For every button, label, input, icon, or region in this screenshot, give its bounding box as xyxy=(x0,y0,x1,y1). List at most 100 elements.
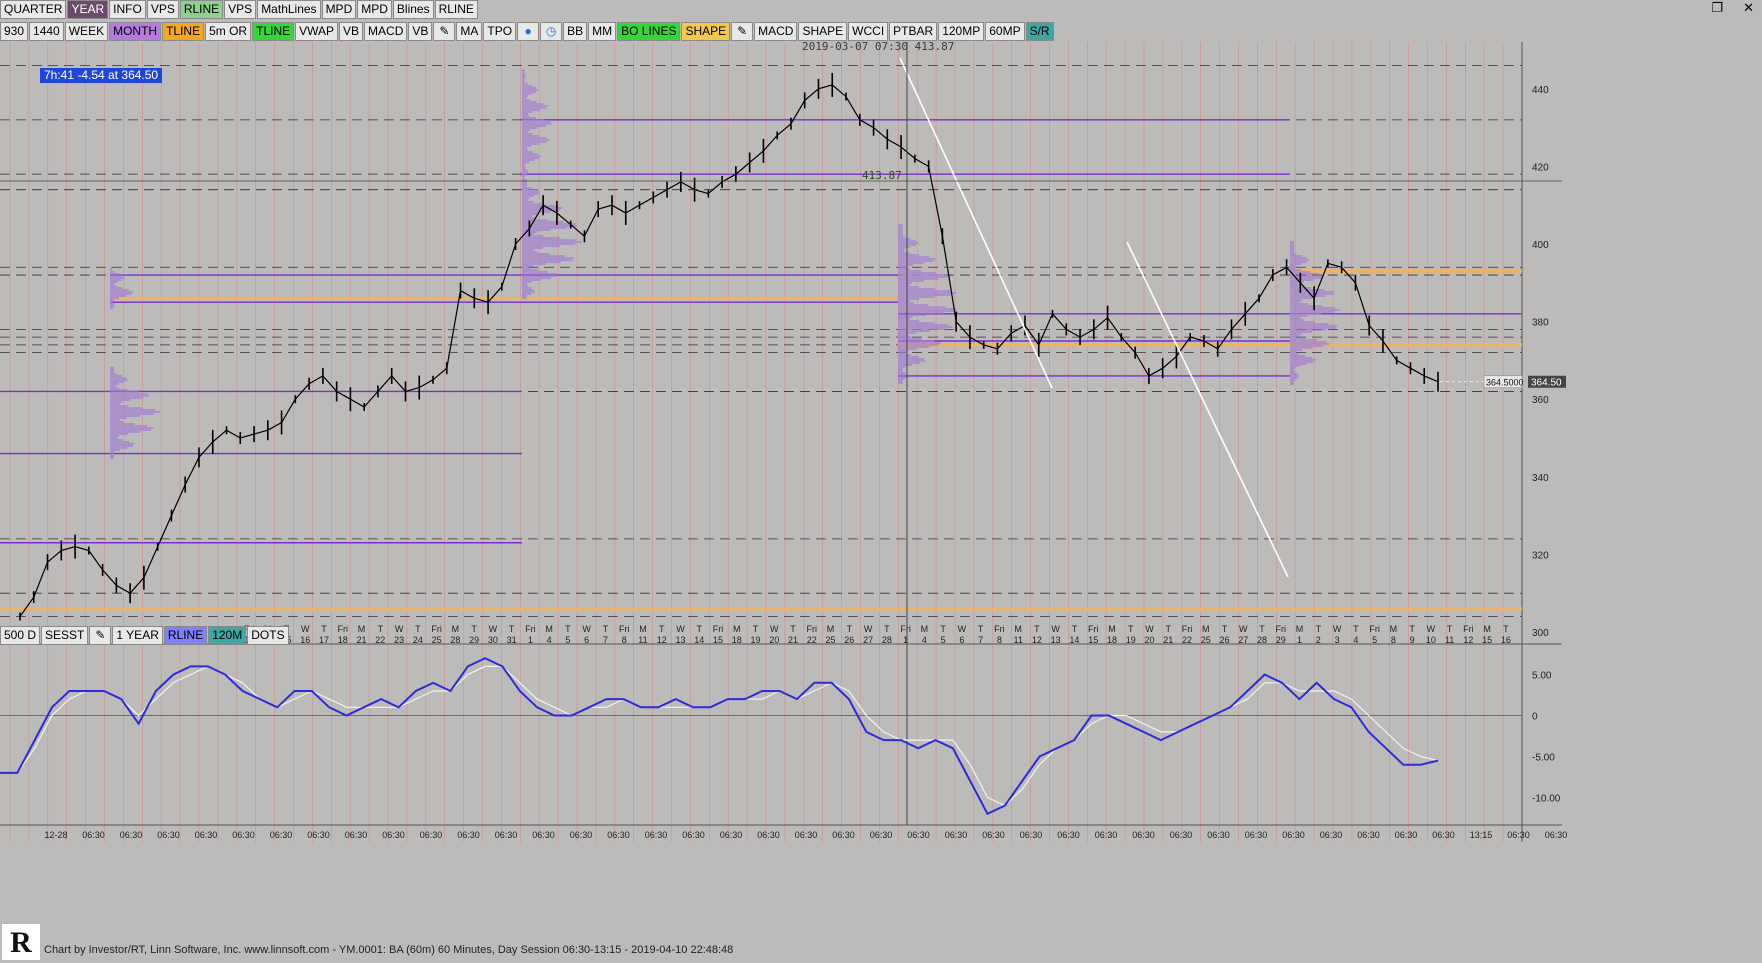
date-day-label: M xyxy=(358,624,366,634)
toolbar-button-year[interactable]: YEAR xyxy=(67,0,109,19)
time-label: 06:30 xyxy=(607,830,630,840)
mid-annotation: 413.87 xyxy=(862,169,902,182)
toolbar-button-120mp[interactable]: 120MP xyxy=(938,22,985,41)
time-label: 06:30 xyxy=(120,830,143,840)
time-label: 06:30 xyxy=(795,830,818,840)
toolbar-button-quarter[interactable]: QUARTER xyxy=(0,0,67,19)
time-label: 06:30 xyxy=(1245,830,1268,840)
toolbar-button-930[interactable]: 930 xyxy=(0,22,29,41)
date-num-label: 11 xyxy=(1445,635,1454,645)
toolbar-button-mathlines[interactable]: MathLines xyxy=(257,0,321,19)
time-label: 06:30 xyxy=(307,830,330,840)
date-day-label: T xyxy=(753,624,759,634)
toolbar-button-shape[interactable]: SHAPE xyxy=(681,22,731,41)
toolbar-button-tline[interactable]: TLINE xyxy=(252,22,295,41)
toolbar-button-1-year[interactable]: 1 YEAR xyxy=(112,626,163,645)
date-num-label: 4 xyxy=(922,635,927,645)
pencil-icon[interactable]: ✎ xyxy=(89,626,112,645)
time-label: 06:30 xyxy=(495,830,518,840)
pencil-icon[interactable]: ✎ xyxy=(731,22,754,41)
toolbar-button-wcci[interactable]: WCCI xyxy=(848,22,889,41)
toolbar-button-tpo[interactable]: TPO xyxy=(483,22,517,41)
toolbar-button-macd[interactable]: MACD xyxy=(754,22,798,41)
osc-tick-label: 0 xyxy=(1532,712,1538,723)
date-num-label: 8 xyxy=(622,635,627,645)
toolbar-button-5m-or[interactable]: 5m OR xyxy=(205,22,252,41)
osc-tick-label: -5.00 xyxy=(1532,752,1555,763)
time-label: 06:30 xyxy=(870,830,893,840)
toolbar-button-500-d[interactable]: 500 D xyxy=(0,626,41,645)
date-day-label: Fri xyxy=(807,624,818,634)
toolbar-button-s-r[interactable]: S/R xyxy=(1025,22,1054,41)
toolbar-button-month[interactable]: MONTH xyxy=(109,22,162,41)
date-num-label: 10 xyxy=(1426,635,1436,645)
toolbar-button-rline[interactable]: RLINE xyxy=(163,626,208,645)
date-day-label: Fri xyxy=(1276,624,1287,634)
date-num-label: 16 xyxy=(1501,635,1511,645)
time-label: 06:30 xyxy=(270,830,293,840)
date-num-label: 18 xyxy=(338,635,348,645)
date-day-label: T xyxy=(884,624,890,634)
date-num-label: 22 xyxy=(375,635,385,645)
date-num-label: 4 xyxy=(547,635,552,645)
date-num-label: 15 xyxy=(1088,635,1098,645)
date-num-label: 11 xyxy=(1013,635,1022,645)
date-num-label: 1 xyxy=(903,635,908,645)
date-num-label: 17 xyxy=(319,635,329,645)
toolbar-button-tline[interactable]: TLINE xyxy=(162,22,205,41)
pencil-icon[interactable]: ✎ xyxy=(433,22,456,41)
time-label: 06:30 xyxy=(832,830,855,840)
toolbar-button-vb[interactable]: VB xyxy=(408,22,433,41)
date-day-label: Fri xyxy=(1088,624,1099,634)
date-day-label: W xyxy=(582,624,591,634)
date-num-label: 8 xyxy=(1391,635,1396,645)
time-label: 06:30 xyxy=(682,830,705,840)
toolbar-button-sesst[interactable]: SESST xyxy=(41,626,89,645)
time-label: 06:30 xyxy=(1357,830,1380,840)
toolbar-button-vwap[interactable]: VWAP xyxy=(295,22,339,41)
date-num-label: 21 xyxy=(788,635,798,645)
globe-icon[interactable]: ● xyxy=(517,22,540,41)
date-day-label: T xyxy=(847,624,853,634)
toolbar-button-bo-lines[interactable]: BO LINES xyxy=(617,22,681,41)
date-day-label: T xyxy=(1353,624,1359,634)
time-label: 06:30 xyxy=(1395,830,1418,840)
toolbar-button-vb[interactable]: VB xyxy=(339,22,364,41)
date-day-label: T xyxy=(603,624,609,634)
toolbar-button-blines[interactable]: Blines xyxy=(392,0,434,19)
toolbar-button-vps[interactable]: VPS xyxy=(224,0,257,19)
close-icon[interactable]: ✕ xyxy=(1743,0,1754,16)
toolbar-button-mpd[interactable]: MPD xyxy=(321,0,357,19)
toolbar-button-mm[interactable]: MM xyxy=(588,22,617,41)
date-day-label: Fri xyxy=(900,624,911,634)
date-num-label: 12 xyxy=(657,635,667,645)
toolbar-button-ptbar[interactable]: PTBAR xyxy=(889,22,938,41)
toolbar-button-120m[interactable]: 120M xyxy=(208,626,247,645)
toolbar-button-macd[interactable]: MACD xyxy=(364,22,408,41)
toolbar-button-1440[interactable]: 1440 xyxy=(29,22,64,41)
toolbar-button-rline[interactable]: RLINE xyxy=(434,0,478,19)
restore-icon[interactable]: ❐ xyxy=(1711,0,1723,16)
date-day-label: T xyxy=(1165,624,1171,634)
date-num-label: 22 xyxy=(1182,635,1192,645)
linn-logo: R xyxy=(2,924,40,960)
date-num-label: 3 xyxy=(1335,635,1340,645)
price-tick-label: 300 xyxy=(1532,628,1549,639)
toolbar-button-dots[interactable]: DOTS xyxy=(247,626,289,645)
toolbar-button-week[interactable]: WEEK xyxy=(64,22,109,41)
toolbar-button-shape[interactable]: SHAPE xyxy=(798,22,848,41)
toolbar-button-info[interactable]: INFO xyxy=(109,0,146,19)
time-label: 06:30 xyxy=(1095,830,1118,840)
date-day-label: W xyxy=(1145,624,1154,634)
toolbar-button-bb[interactable]: BB xyxy=(563,22,588,41)
toolbar-button-mpd[interactable]: MPD xyxy=(357,0,392,19)
toolbar-button-ma[interactable]: MA xyxy=(456,22,483,41)
time-label: 06:30 xyxy=(945,830,968,840)
date-day-label: T xyxy=(1447,624,1453,634)
clock-icon[interactable]: ◷ xyxy=(540,22,563,41)
toolbar-button-vps[interactable]: VPS xyxy=(146,0,179,19)
date-day-label: Fri xyxy=(994,624,1005,634)
toolbar-button-60mp[interactable]: 60MP xyxy=(985,22,1025,41)
price-chart[interactable]: 4404204003803603403203002019-03-07 07:30… xyxy=(0,0,1762,963)
toolbar-button-rline[interactable]: RLINE xyxy=(179,0,224,19)
